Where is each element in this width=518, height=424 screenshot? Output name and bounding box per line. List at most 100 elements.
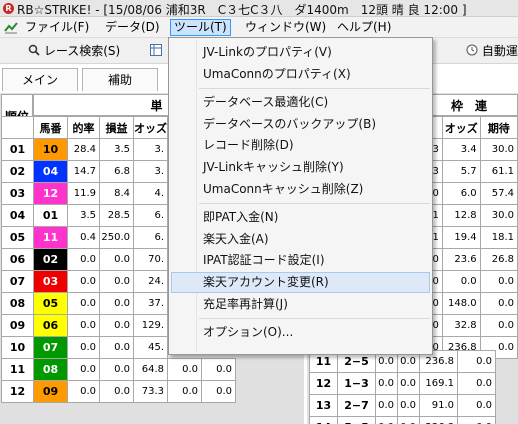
menu-item-12[interactable]: IPAT認証コード設定(I) bbox=[171, 250, 430, 271]
profit-cell: 3.5 bbox=[99, 138, 134, 161]
table-row[interactable]: 9.35.761.1 bbox=[420, 160, 518, 183]
chart-icon[interactable] bbox=[4, 20, 18, 34]
rank-cell: 12 bbox=[309, 372, 338, 395]
odds-cell: 5.7 bbox=[441, 160, 481, 183]
menu-item-8[interactable]: UmaConnキャッシュ削除(Z) bbox=[171, 179, 430, 200]
clock-icon bbox=[466, 44, 478, 56]
odds-cell: 0.0 bbox=[441, 270, 481, 293]
menu-help[interactable]: ヘルプ(H) bbox=[334, 19, 394, 36]
value-cell: 0.0 bbox=[375, 372, 398, 395]
menu-separator bbox=[199, 88, 430, 90]
grid-icon bbox=[150, 44, 162, 56]
hit-rate-cell: 3.5 bbox=[67, 204, 100, 227]
race-search-button[interactable]: レース検索(S) bbox=[24, 41, 120, 61]
hit-rate-cell: 0.0 bbox=[67, 314, 100, 337]
value-cell: 0.0 bbox=[397, 416, 420, 424]
odds-cell: 45. bbox=[133, 336, 168, 359]
menu-item-10[interactable]: 即PAT入金(N) bbox=[171, 207, 430, 228]
odds-cell: 70. bbox=[133, 248, 168, 271]
table-row[interactable]: 7.119.418.1 bbox=[420, 226, 518, 249]
search-icon bbox=[28, 44, 40, 56]
menu-item-14[interactable]: 充足率再計算(J) bbox=[171, 294, 430, 315]
odds-cell: 3. bbox=[133, 160, 168, 183]
hit-rate-cell: 28.4 bbox=[67, 138, 100, 161]
menu-item-16[interactable]: オプション(O)... bbox=[171, 322, 430, 343]
column-header: オッズ bbox=[133, 116, 168, 139]
menu-separator bbox=[199, 203, 430, 205]
rank-header-spacer bbox=[1, 116, 34, 139]
extra-value-cell: 0.0 bbox=[167, 380, 202, 403]
tab-main[interactable]: メイン bbox=[2, 68, 78, 91]
table-row[interactable]: 3.00.00.0 bbox=[420, 270, 518, 293]
table-row[interactable]: 3.023.626.8 bbox=[420, 248, 518, 271]
table-row[interactable]: 11 08 0.0 0.0 64.8 0.0 0.0 bbox=[1, 358, 236, 381]
table-row[interactable]: 0.032.80.0 bbox=[420, 314, 518, 337]
horse-number-cell: 03 bbox=[33, 270, 68, 293]
column-header: 馬番 bbox=[33, 116, 68, 139]
column-header: 損益 bbox=[99, 116, 134, 139]
odds-cell: 6. bbox=[133, 226, 168, 249]
auto-run-button[interactable]: 自動運 bbox=[462, 41, 518, 61]
odds-cell: 91.0 bbox=[419, 394, 458, 417]
extra-value-cell: 0.0 bbox=[201, 358, 236, 381]
table-row[interactable]: 1.33.430.0 bbox=[420, 138, 518, 161]
app-icon[interactable]: R bbox=[3, 3, 14, 14]
tab-aux[interactable]: 補助 bbox=[82, 68, 158, 91]
table-row[interactable]: 1.112.830.0 bbox=[420, 204, 518, 227]
table-row[interactable]: 0.0148.00.0 bbox=[420, 292, 518, 315]
auto-run-label: 自動運 bbox=[481, 44, 518, 58]
odds-cell: 24. bbox=[133, 270, 168, 293]
table-row[interactable]: 12 1−3 0.0 0.0 169.1 0.0 bbox=[309, 372, 496, 395]
expectation-cell: 61.1 bbox=[479, 160, 518, 183]
odds-cell: 3. bbox=[133, 138, 168, 161]
menu-item-4[interactable]: データベース最適化(C) bbox=[171, 92, 430, 113]
odds-cell: 6. bbox=[133, 204, 168, 227]
horse-number-cell: 11 bbox=[33, 226, 68, 249]
table-row[interactable]: 6.06.057.4 bbox=[420, 182, 518, 205]
menu-item-5[interactable]: データベースのバックアップ(B) bbox=[171, 114, 430, 135]
odds-cell: 169.1 bbox=[419, 372, 458, 395]
rank-cell: 04 bbox=[1, 204, 34, 227]
expectation-cell: 30.0 bbox=[479, 138, 518, 161]
hit-rate-cell: 0.0 bbox=[67, 358, 100, 381]
table-row[interactable]: 145−50.00.0236.80.0 bbox=[309, 416, 496, 424]
profit-cell: 0.0 bbox=[99, 336, 134, 359]
menu-item-6[interactable]: レコード削除(D) bbox=[171, 135, 430, 156]
menu-item-1[interactable]: JV-Linkのプロパティ(V) bbox=[171, 42, 430, 63]
expectation-cell: 0.0 bbox=[479, 270, 518, 293]
rank-cell: 06 bbox=[1, 248, 34, 271]
menu-item-2[interactable]: UmaConnのプロパティ(X) bbox=[171, 64, 430, 85]
profit-cell: 250.0 bbox=[99, 226, 134, 249]
expectation-cell: 30.0 bbox=[479, 204, 518, 227]
expectation-cell: 0.0 bbox=[457, 372, 496, 395]
menu-item-11[interactable]: 楽天入金(A) bbox=[171, 229, 430, 250]
value-cell: 0.0 bbox=[375, 394, 398, 417]
hit-rate-cell: 0.0 bbox=[67, 248, 100, 271]
menu-tool[interactable]: ツール(T) bbox=[170, 19, 231, 36]
menu-item-13[interactable]: 楽天アカウント変更(R) bbox=[171, 272, 430, 293]
window-title: RB☆STRIKE! - [15/08/06 浦和3R C３七C３八 ダ1400… bbox=[17, 3, 467, 17]
menu-separator bbox=[199, 318, 430, 320]
rank-cell: 12 bbox=[1, 380, 34, 403]
profit-cell: 8.4 bbox=[99, 182, 134, 205]
table-row[interactable]: 13 2−7 0.0 0.0 91.0 0.0 bbox=[309, 394, 496, 417]
menu-window[interactable]: ウィンドウ(W) bbox=[242, 19, 329, 36]
horse-number-cell: 01 bbox=[33, 204, 68, 227]
expectation-cell: 26.8 bbox=[479, 248, 518, 271]
expectation-cell: 0.0 bbox=[457, 350, 496, 373]
bracket-odds-table-lower: 11 2−5 0.0 0.0 236.8 0.0 12 1−3 0.0 0.0 169.1 0.0 13… bbox=[309, 350, 496, 424]
table-row[interactable]: 12 09 0.0 0.0 73.3 0.0 0.0 bbox=[1, 380, 236, 403]
profit-cell: 0.0 bbox=[99, 270, 134, 293]
menu-item-7[interactable]: JV-Linkキャッシュ削除(Y) bbox=[171, 157, 430, 178]
expectation-cell: 57.4 bbox=[479, 182, 518, 205]
rank-cell: 07 bbox=[1, 270, 34, 293]
odds-cell: 4. bbox=[133, 182, 168, 205]
menu-file[interactable]: ファイル(F) bbox=[22, 19, 92, 36]
menu-data[interactable]: データ(D) bbox=[102, 19, 163, 36]
rank-cell: 14 bbox=[309, 416, 338, 424]
grid-toolbar-button[interactable] bbox=[146, 41, 166, 61]
odds-cell: 37. bbox=[133, 292, 168, 315]
menu-bar: ファイル(F) データ(D) ツール(T) ウィンドウ(W) ヘルプ(H) bbox=[0, 17, 518, 38]
expectation-cell: 0.0 bbox=[457, 394, 496, 417]
tool-menu: JV-Linkのプロパティ(V) UmaConnのプロパティ(X) データベース最適… bbox=[168, 37, 433, 355]
